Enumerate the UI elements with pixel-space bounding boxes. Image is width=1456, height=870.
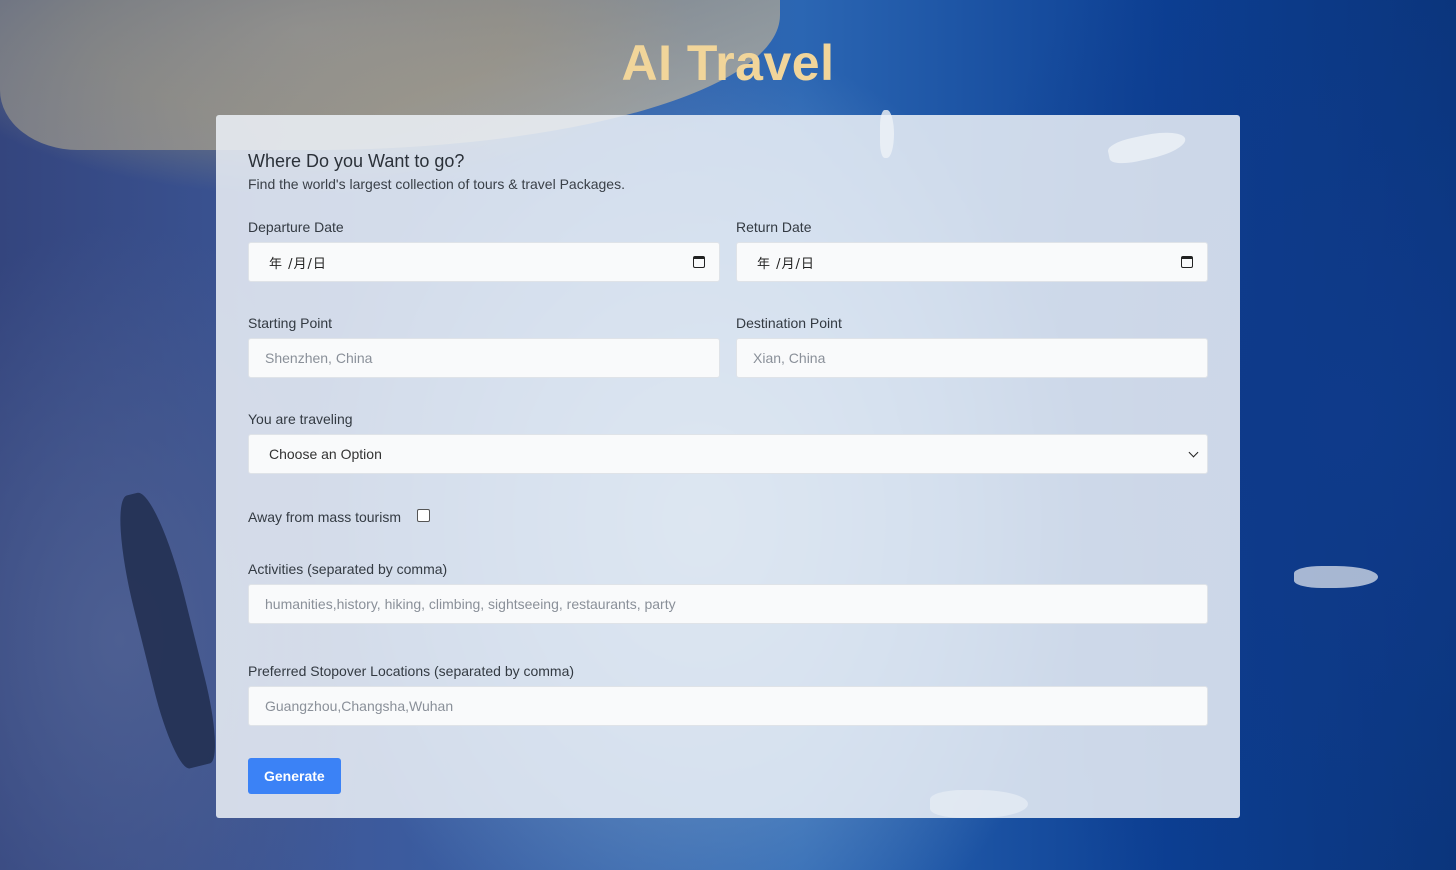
stopovers-input[interactable] <box>248 686 1208 726</box>
background-boat <box>1294 566 1378 588</box>
form-heading: Where Do you Want to go? <box>248 151 465 171</box>
mass-tourism-label: Away from mass tourism <box>248 509 401 525</box>
mass-tourism-field: Away from mass tourism <box>248 508 1208 526</box>
destination-point-input[interactable] <box>736 338 1208 378</box>
return-date-input[interactable]: 年 /月/日 <box>736 242 1208 282</box>
background-shipwreck <box>106 487 226 773</box>
departure-date-value: 年 /月/日 <box>269 256 327 272</box>
starting-point-input[interactable] <box>248 338 720 378</box>
calendar-icon[interactable] <box>693 256 705 268</box>
chevron-down-icon <box>1188 447 1199 457</box>
actions-row: Generate <box>248 758 1208 794</box>
starting-point-field: Starting Point <box>248 314 720 378</box>
stopovers-label: Preferred Stopover Locations (separated … <box>248 663 575 679</box>
return-date-value: 年 /月/日 <box>757 256 815 272</box>
departure-date-label: Departure Date <box>248 219 344 235</box>
activities-label: Activities (separated by comma) <box>248 561 448 577</box>
return-date-label: Return Date <box>736 219 812 235</box>
departure-date-input[interactable]: 年 /月/日 <box>248 242 720 282</box>
generate-button[interactable]: Generate <box>248 758 341 794</box>
stopovers-field: Preferred Stopover Locations (separated … <box>248 662 1208 726</box>
locations-row: Starting Point Destination Point <box>248 314 1208 378</box>
mass-tourism-checkbox[interactable] <box>417 508 430 522</box>
app-title: AI Travel <box>621 35 835 91</box>
form-subheading: Find the world's largest collection of t… <box>248 176 625 192</box>
starting-point-label: Starting Point <box>248 315 333 331</box>
traveling-field: You are traveling Choose an Option <box>248 410 1208 474</box>
traveling-label: You are traveling <box>248 411 353 427</box>
activities-field: Activities (separated by comma) <box>248 560 1208 624</box>
traveling-select[interactable]: Choose an Option <box>248 434 1208 474</box>
traveling-selected-value: Choose an Option <box>269 446 382 462</box>
destination-point-label: Destination Point <box>736 315 842 331</box>
travel-form-card: Where Do you Want to go? Find the world'… <box>216 115 1240 818</box>
dates-row: Departure Date 年 /月/日 Return Date 年 /月/日 <box>248 218 1208 282</box>
return-date-field: Return Date 年 /月/日 <box>736 218 1208 282</box>
departure-date-field: Departure Date 年 /月/日 <box>248 218 720 282</box>
destination-point-field: Destination Point <box>736 314 1208 378</box>
activities-input[interactable] <box>248 584 1208 624</box>
calendar-icon[interactable] <box>1181 256 1193 268</box>
